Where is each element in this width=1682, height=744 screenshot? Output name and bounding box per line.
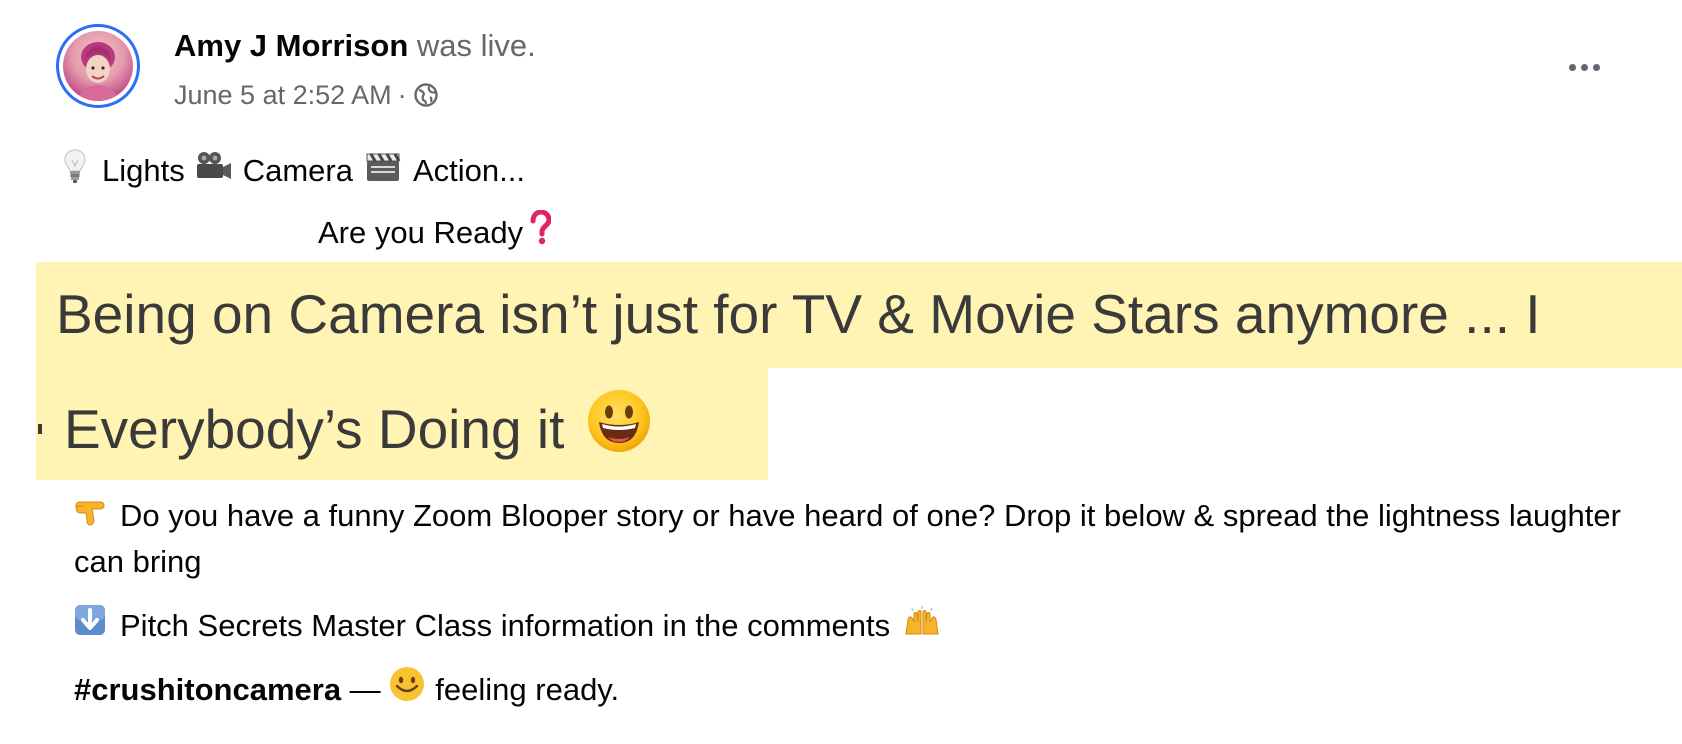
- more-options-dot: [1580, 63, 1588, 71]
- blooper-text: Do you have a funny Zoom Blooper story o…: [74, 498, 1621, 579]
- post-paragraph-blooper: Do you have a funny Zoom Blooper story o…: [74, 494, 1654, 584]
- globe-icon[interactable]: [413, 82, 439, 108]
- banner-cutoff-mark: [38, 424, 42, 434]
- banner-everybody-text: Everybody’s Doing it: [64, 397, 565, 460]
- post-line-ready: Are you Ready: [318, 209, 552, 256]
- more-options-button[interactable]: [1558, 54, 1610, 80]
- facebook-post: Amy J Morrison was live. June 5 at 2:52 …: [0, 0, 1682, 744]
- hashtag-link[interactable]: #crushitoncamera: [74, 668, 341, 712]
- smiling-face-icon: [389, 666, 425, 714]
- post-paragraph-pitch: Pitch Secrets Master Class information i…: [74, 604, 942, 648]
- author-avatar[interactable]: [56, 24, 140, 108]
- post-meta: June 5 at 2:52 AM ·: [174, 78, 439, 112]
- smiley-face-icon: [586, 388, 652, 469]
- lights-text: Lights: [102, 153, 185, 188]
- down-arrow-icon: [74, 604, 106, 648]
- author-name-link[interactable]: Amy J Morrison: [174, 28, 408, 63]
- pitch-text: Pitch Secrets Master Class information i…: [120, 608, 891, 643]
- highlight-banner-everybody: Everybody’s Doing it: [36, 368, 768, 480]
- feeling-dash: —: [341, 672, 390, 707]
- post-hashtag-feeling: #crushitoncamera — feeling ready.: [74, 666, 619, 714]
- meta-separator: ·: [397, 80, 407, 110]
- more-options-icon: [1568, 63, 1576, 71]
- more-options-dot: [1592, 63, 1600, 71]
- pointing-down-hand-icon: [74, 496, 108, 540]
- post-line-lights-camera-action: Lights Camera Action...: [62, 146, 525, 196]
- banner-everybody-line: Everybody’s Doing it: [64, 388, 652, 469]
- feeling-text: feeling ready.: [435, 672, 620, 707]
- post-author-line: Amy J Morrison was live.: [174, 26, 536, 66]
- ready-text: Are you Ready: [318, 215, 524, 250]
- clapper-board-icon: [365, 149, 401, 193]
- light-bulb-icon: [62, 146, 88, 196]
- banner-camera-text: Being on Camera isn’t just for TV & Movi…: [56, 283, 1541, 345]
- avatar-photo: [63, 31, 133, 101]
- post-timestamp[interactable]: June 5 at 2:52 AM: [174, 78, 392, 112]
- camera-text: Camera: [242, 153, 353, 188]
- highlight-banner-camera: Being on Camera isn’t just for TV & Movi…: [36, 262, 1682, 368]
- raised-hands-icon: [902, 604, 942, 648]
- movie-camera-icon: [195, 150, 233, 192]
- live-status-text: was live.: [408, 28, 536, 63]
- question-mark-icon: [529, 209, 552, 256]
- action-text: Action...: [413, 153, 525, 188]
